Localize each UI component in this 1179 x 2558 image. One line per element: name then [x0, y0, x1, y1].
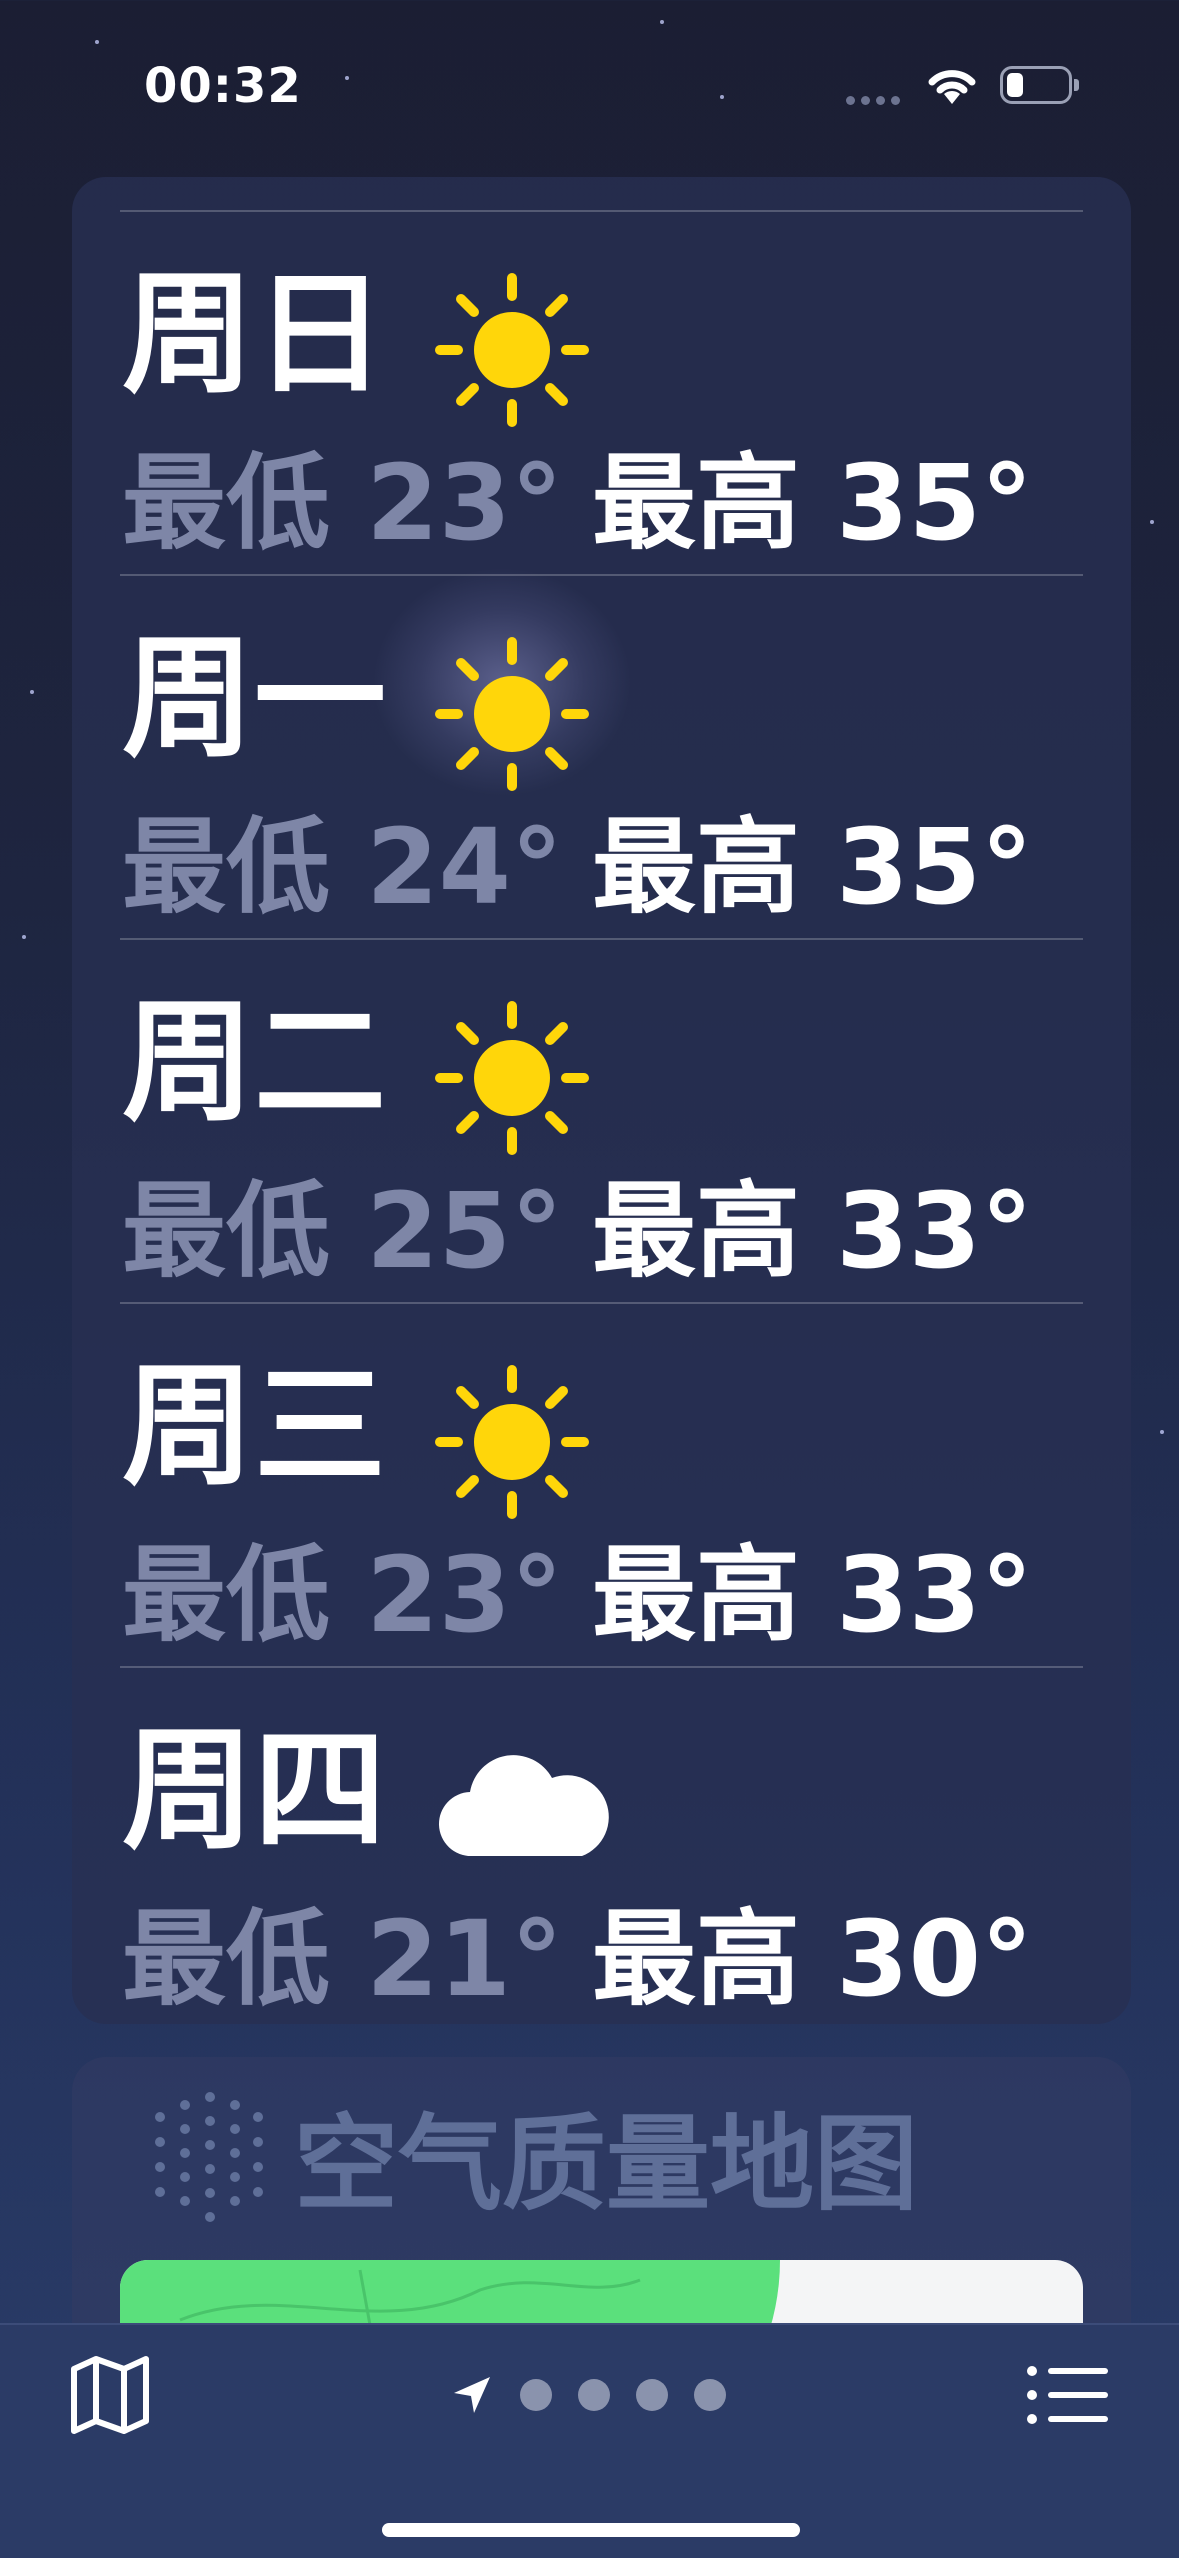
page-dot[interactable]: [636, 2379, 668, 2411]
page-dot[interactable]: [578, 2379, 610, 2411]
forecast-low: 最低 23°: [122, 1534, 563, 1656]
forecast-high: 最高 35°: [592, 806, 1033, 928]
forecast-high: 最高 35°: [592, 442, 1033, 564]
sun-icon: [435, 1001, 589, 1155]
sun-icon: [435, 273, 589, 427]
sun-icon: [435, 637, 589, 791]
forecast-low: 最低 23°: [122, 442, 563, 564]
forecast-day: 周三: [122, 1350, 386, 1504]
forecast-day: 周二: [122, 986, 386, 1140]
forecast-row[interactable]: 周一 最低 24° 最高 35°: [72, 579, 1131, 943]
sun-icon: [435, 1365, 589, 1519]
air-quality-title: 空气质量地图: [294, 2103, 919, 2225]
forecast-low: 最低 21°: [122, 1898, 563, 2020]
cloud-icon: [438, 1755, 609, 1857]
location-arrow-icon[interactable]: [450, 2373, 494, 2417]
forecast-day: 周四: [122, 1714, 386, 1868]
status-bar: 00:32: [0, 0, 1179, 170]
page-indicator[interactable]: [450, 2373, 726, 2417]
forecast-card: 周日 最低 23° 最高 35° 周一 最低 24° 最高 35° 周二 最低 …: [72, 177, 1131, 2024]
forecast-day: 周一: [122, 622, 386, 776]
bottom-toolbar: [0, 2323, 1179, 2558]
map-icon[interactable]: [68, 2355, 152, 2435]
battery-icon: [1000, 66, 1079, 104]
cellular-signal-icon: [846, 96, 900, 105]
home-indicator[interactable]: [382, 2523, 800, 2537]
forecast-high: 最高 30°: [592, 1898, 1033, 2020]
status-time: 00:32: [144, 58, 302, 114]
page-dot[interactable]: [694, 2379, 726, 2411]
forecast-row[interactable]: 周日 最低 23° 最高 35°: [72, 215, 1131, 579]
forecast-high: 最高 33°: [592, 1170, 1033, 1292]
forecast-high: 最高 33°: [592, 1534, 1033, 1656]
air-quality-dots-icon: [155, 2092, 263, 2222]
forecast-row[interactable]: 周四 最低 21° 最高 30°: [72, 1671, 1131, 2035]
forecast-row[interactable]: 周三 最低 23° 最高 33°: [72, 1307, 1131, 1671]
wifi-icon: [928, 70, 976, 104]
forecast-row[interactable]: 周二 最低 25° 最高 33°: [72, 943, 1131, 1307]
forecast-low: 最低 25°: [122, 1170, 563, 1292]
list-icon[interactable]: [1026, 2363, 1110, 2427]
page-dot[interactable]: [520, 2379, 552, 2411]
forecast-low: 最低 24°: [122, 806, 563, 928]
forecast-day: 周日: [122, 258, 386, 412]
